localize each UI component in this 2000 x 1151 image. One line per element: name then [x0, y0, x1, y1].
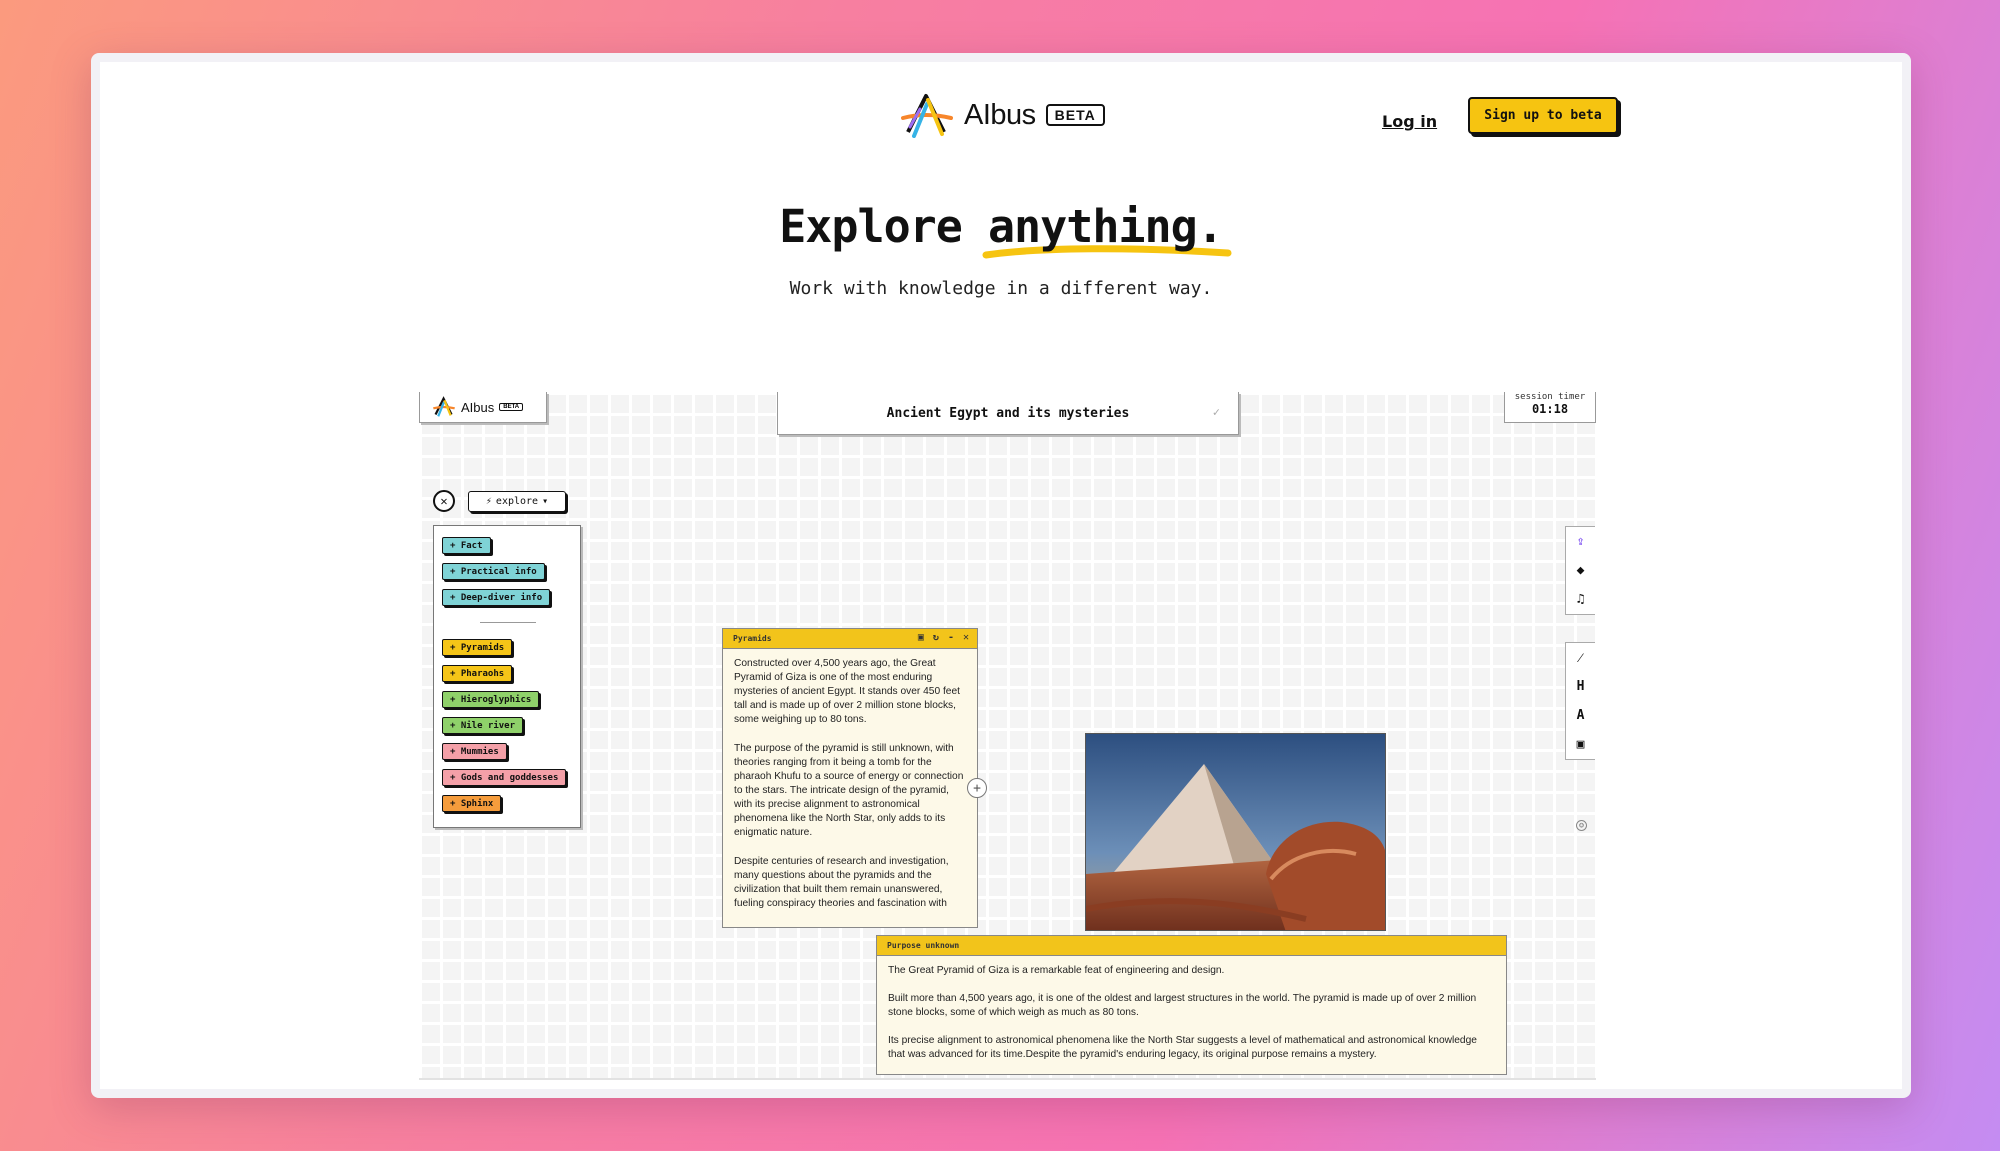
chip-panel: + Fact + Practical info + Deep-diver inf… — [433, 525, 581, 828]
purpose-unknown-card[interactable]: Purpose unknown The Great Pyramid of Giz… — [876, 935, 1507, 1075]
card-body: The Great Pyramid of Giza is a remarkabl… — [877, 956, 1506, 1070]
close-icon[interactable]: ✕ — [433, 490, 455, 512]
magic-wand-icon[interactable]: ⁄ — [1566, 643, 1595, 672]
brand[interactable]: AIbus BETA — [900, 92, 1105, 138]
heading-icon[interactable]: H — [1566, 672, 1595, 701]
topic-text: Ancient Egypt and its mysteries — [886, 405, 1130, 421]
browser-window: AIbus BETA Log in Sign up to beta Explor… — [91, 53, 1911, 1098]
hero-title-prefix: Explore — [779, 200, 963, 253]
card-body: Constructed over 4,500 years ago, the Gr… — [723, 649, 977, 934]
explore-label: explore — [495, 496, 539, 507]
image-icon[interactable]: ▣ — [918, 632, 924, 643]
card-paragraph: Despite centuries of research and invest… — [734, 856, 949, 909]
hero-title: Explore anything. — [100, 200, 1902, 259]
card-paragraph: The purpose of the pyramid is still unkn… — [734, 743, 964, 838]
app-preview: AIbus BETA Ancient Egypt and its mysteri… — [419, 392, 1596, 1080]
image-icon[interactable]: ▣ — [1566, 730, 1595, 759]
chip-mummies[interactable]: + Mummies — [442, 743, 507, 760]
albus-logo-icon — [433, 396, 455, 417]
chip-gods-and-goddesses[interactable]: + Gods and goddesses — [442, 769, 567, 786]
card-paragraph: Built more than 4,500 years ago, it is o… — [888, 993, 1477, 1018]
card-header: Purpose unknown — [877, 936, 1506, 956]
landing-page: AIbus BETA Log in Sign up to beta Explor… — [100, 62, 1902, 1089]
card-paragraph: Its precise alignment to astronomical ph… — [888, 1035, 1477, 1060]
music-icon[interactable]: ♫ — [1566, 585, 1595, 614]
timer-label: session timer — [1514, 392, 1586, 402]
beta-badge: BETA — [1045, 104, 1105, 126]
chevron-down-icon: ▾ — [542, 496, 549, 507]
session-timer: session timer 01:18 — [1504, 392, 1596, 423]
login-link[interactable]: Log in — [1382, 112, 1437, 131]
eraser-icon[interactable]: ◆ — [1566, 556, 1595, 585]
refresh-icon[interactable]: ↻ — [933, 632, 939, 643]
timer-value: 01:18 — [1531, 402, 1569, 416]
pyramids-card[interactable]: Pyramids ▣ ↻ - ✕ Constructed over 4,500 … — [722, 628, 978, 928]
chip-pharaohs[interactable]: + Pharaohs — [442, 665, 513, 682]
card-title: Purpose unknown — [887, 941, 960, 950]
app-brand[interactable]: AIbus BETA — [419, 392, 547, 423]
chip-hieroglyphics[interactable]: + Hieroglyphics — [442, 691, 540, 708]
chip-practical-info[interactable]: + Practical info — [442, 563, 545, 580]
card-header: Pyramids ▣ ↻ - ✕ — [723, 629, 977, 649]
minimize-icon[interactable]: - — [948, 632, 954, 643]
chip-nile-river[interactable]: + Nile river — [442, 717, 524, 734]
close-icon[interactable]: ✕ — [963, 632, 969, 643]
add-connection-icon[interactable]: + — [967, 778, 987, 798]
app-beta-badge: BETA — [499, 403, 524, 411]
share-icon[interactable]: ⇪ — [1566, 527, 1595, 556]
chip-deep-diver-info[interactable]: + Deep-diver info — [442, 589, 551, 606]
explore-dropdown[interactable]: ⚡ explore ▾ — [468, 491, 566, 512]
signup-button[interactable]: Sign up to beta — [1468, 97, 1618, 134]
app-logo-text: AIbus — [461, 399, 495, 415]
logo-text: AIbus — [964, 98, 1036, 131]
lightning-icon: ⚡ — [485, 496, 492, 507]
toolbar-bottom: ⁄ H A ▣ — [1565, 642, 1595, 760]
divider — [480, 622, 536, 623]
pyramid-photo — [1086, 734, 1385, 930]
chip-sphinx[interactable]: + Sphinx — [442, 795, 502, 812]
chip-pyramids[interactable]: + Pyramids — [442, 639, 513, 656]
pyramid-image[interactable] — [1085, 733, 1386, 931]
text-icon[interactable]: A — [1566, 701, 1595, 730]
card-title: Pyramids — [733, 634, 772, 643]
check-icon[interactable]: ✓ — [1213, 405, 1220, 419]
chip-fact[interactable]: + Fact — [442, 537, 491, 554]
topic-bar[interactable]: Ancient Egypt and its mysteries ✓ — [777, 392, 1239, 435]
smiley-icon[interactable]: ☺ — [1576, 820, 1587, 831]
hero-title-highlight: anything. — [982, 200, 1232, 259]
toolbar-top: ⇪ ◆ ♫ — [1565, 526, 1595, 615]
albus-logo-icon — [901, 94, 953, 138]
card-paragraph: Constructed over 4,500 years ago, the Gr… — [734, 658, 960, 725]
hero-subtitle: Work with knowledge in a different way. — [789, 278, 1213, 299]
card-paragraph: The Great Pyramid of Giza is a remarkabl… — [888, 965, 1225, 976]
